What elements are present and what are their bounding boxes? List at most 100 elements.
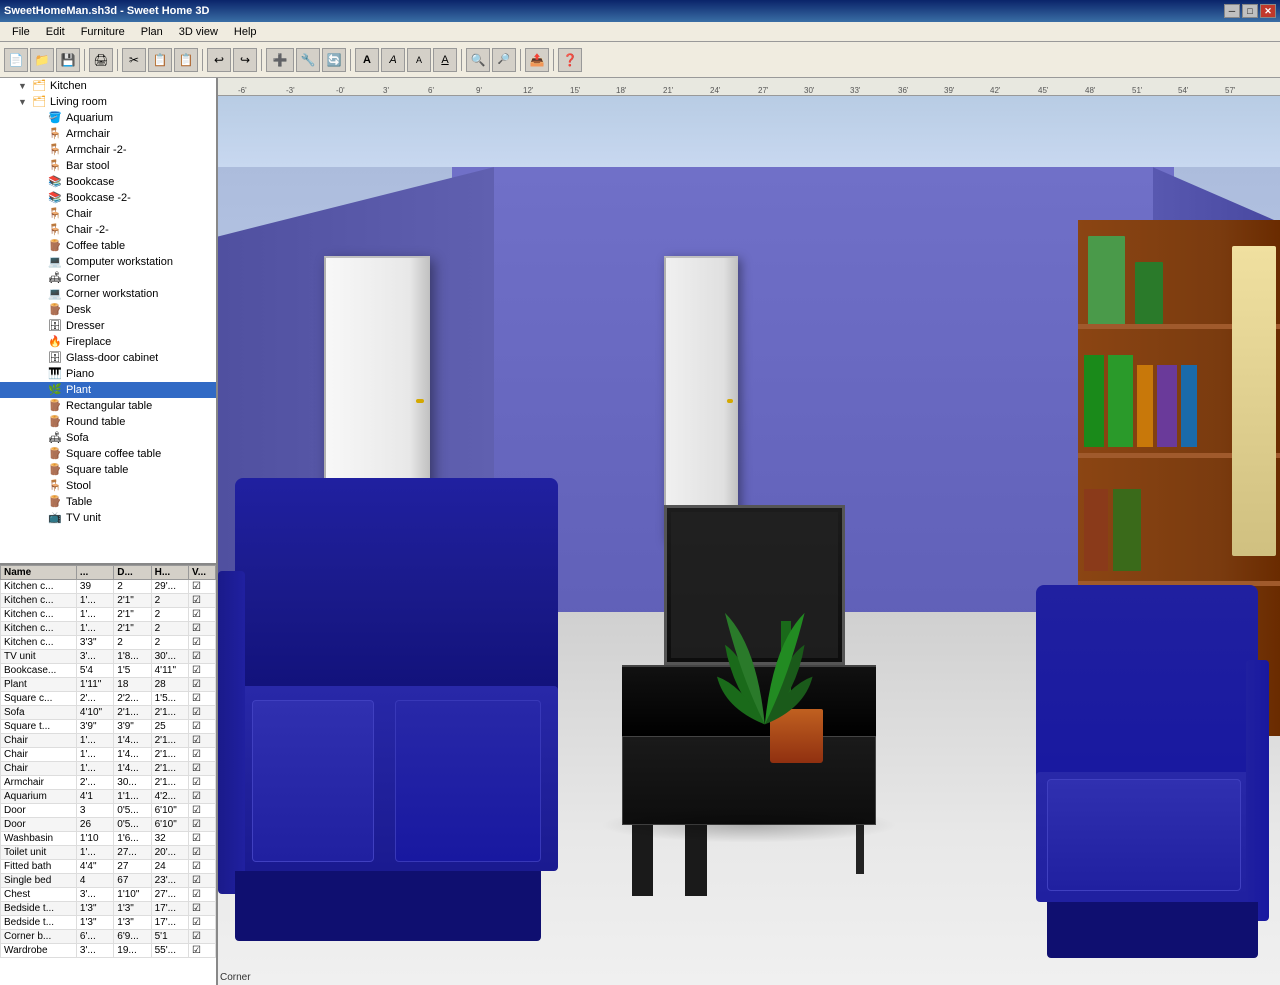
undo-button[interactable]: ↩ [207, 48, 231, 72]
table-row[interactable]: Wardrobe3'...19...55'...☑ [1, 944, 216, 958]
menu-3dview[interactable]: 3D view [171, 24, 226, 40]
text-a-button[interactable]: A [355, 48, 379, 72]
add-furniture-button[interactable]: ➕ [266, 48, 294, 72]
table-row[interactable]: Chest3'...1'10"27'...☑ [1, 888, 216, 902]
tree-item-bookcase2[interactable]: 📚 Bookcase -2- [0, 190, 216, 206]
table-row[interactable]: Aquarium4'11'1...4'2...☑ [1, 790, 216, 804]
open-button[interactable]: 📁 [30, 48, 54, 72]
table-cell-2-3: 2 [151, 608, 188, 622]
table-row[interactable]: Fitted bath4'4"2724☑ [1, 860, 216, 874]
redo-button[interactable]: ↪ [233, 48, 257, 72]
table-row[interactable]: Washbasin1'101'6...32☑ [1, 832, 216, 846]
cut-button[interactable]: ✂ [122, 48, 146, 72]
furniture-tree[interactable]: ▼ 🗂 Kitchen ▼ 🗂 Living room 🪣 Aquarium [0, 78, 216, 565]
maximize-button[interactable]: □ [1242, 4, 1258, 18]
tree-item-dresser[interactable]: 🗄 Dresser [0, 318, 216, 334]
table-row[interactable]: Bedside t...1'3"1'3"17'...☑ [1, 902, 216, 916]
tree-item-piano[interactable]: 🎹 Piano [0, 366, 216, 382]
table-row[interactable]: Plant1'11"1828☑ [1, 678, 216, 692]
tree-item-cornerws[interactable]: 💻 Corner workstation [0, 286, 216, 302]
table-row[interactable]: Chair1'...1'4...2'1...☑ [1, 748, 216, 762]
col-header-h[interactable]: H... [151, 566, 188, 580]
tree-item-table[interactable]: 🪵 Table [0, 494, 216, 510]
tree-item-tvunit[interactable]: 📺 TV unit [0, 510, 216, 526]
rotate-button[interactable]: 🔄 [322, 48, 346, 72]
tree-item-cornersofa[interactable]: 🛋 Corner [0, 270, 216, 286]
table-row[interactable]: Kitchen c...39229'...☑ [1, 580, 216, 594]
tree-item-chair[interactable]: 🪑 Chair [0, 206, 216, 222]
help-button[interactable]: ❓ [558, 48, 582, 72]
text-b-button[interactable]: A [381, 48, 405, 72]
minimize-button[interactable]: ─ [1224, 4, 1240, 18]
tree-item-plant[interactable]: 🌿 Plant [0, 382, 216, 398]
close-button[interactable]: ✕ [1260, 4, 1276, 18]
save-button[interactable]: 💾 [56, 48, 80, 72]
new-button[interactable]: 📄 [4, 48, 28, 72]
menu-file[interactable]: File [4, 24, 38, 40]
table-row[interactable]: Kitchen c...3'3"22☑ [1, 636, 216, 650]
modify-button[interactable]: 🔧 [296, 48, 320, 72]
tree-item-kitchen[interactable]: ▼ 🗂 Kitchen [0, 78, 216, 94]
menu-furniture[interactable]: Furniture [73, 24, 133, 40]
paste-button[interactable]: 📋 [174, 48, 198, 72]
menu-help[interactable]: Help [226, 24, 265, 40]
tree-item-armchair2[interactable]: 🪑 Armchair -2- [0, 142, 216, 158]
table-row[interactable]: Square c...2'...2'2...1'5...☑ [1, 692, 216, 706]
tree-item-computerws[interactable]: 💻 Computer workstation [0, 254, 216, 270]
table-row[interactable]: Kitchen c...1'...2'1"2☑ [1, 608, 216, 622]
table-row[interactable]: Kitchen c...1'...2'1"2☑ [1, 594, 216, 608]
tree-item-chair2[interactable]: 🪑 Chair -2- [0, 222, 216, 238]
tree-label-livingroom: Living room [50, 96, 107, 108]
tree-item-armchair[interactable]: 🪑 Armchair [0, 126, 216, 142]
tree-label-bookcase: Bookcase [66, 176, 114, 188]
zoom-in-button[interactable]: 🔍 [466, 48, 490, 72]
3d-view-area[interactable]: -6' -3' -0' 3' 6' 9' 12' 15' 18' 21' 24'… [218, 78, 1280, 985]
table-row[interactable]: Sofa4'10"2'1...2'1...☑ [1, 706, 216, 720]
text-d-button[interactable]: A [433, 48, 457, 72]
tree-item-aquarium[interactable]: 🪣 Aquarium [0, 110, 216, 126]
table-row[interactable]: Square t...3'9"3'9"25☑ [1, 720, 216, 734]
export-button[interactable]: 📤 [525, 48, 549, 72]
menu-edit[interactable]: Edit [38, 24, 73, 40]
tree-item-coffeetable[interactable]: 🪵 Coffee table [0, 238, 216, 254]
table-cell-24-1: 1'3" [76, 916, 113, 930]
tree-item-glasscabinet[interactable]: 🗄 Glass-door cabinet [0, 350, 216, 366]
table-cell-14-0: Armchair [1, 776, 77, 790]
table-row[interactable]: Bookcase...5'41'54'11"☑ [1, 664, 216, 678]
table-row[interactable]: Armchair2'...30...2'1...☑ [1, 776, 216, 790]
table-row[interactable]: Toilet unit1'...27...20'...☑ [1, 846, 216, 860]
col-header-dots[interactable]: ... [76, 566, 113, 580]
tree-item-sofa[interactable]: 🛋 Sofa [0, 430, 216, 446]
table-row[interactable]: Door30'5...6'10"☑ [1, 804, 216, 818]
tree-item-squaretable[interactable]: 🪵 Square table [0, 462, 216, 478]
table-row[interactable]: Door260'5...6'10"☑ [1, 818, 216, 832]
tree-item-livingroom[interactable]: ▼ 🗂 Living room [0, 94, 216, 110]
tree-item-bookcase[interactable]: 📚 Bookcase [0, 174, 216, 190]
3d-canvas[interactable]: Corner [218, 96, 1280, 985]
zoom-out-button[interactable]: 🔎 [492, 48, 516, 72]
tree-label-piano: Piano [66, 368, 94, 380]
print-button[interactable]: 🖨 [89, 48, 113, 72]
table-row[interactable]: Corner b...6'...6'9...5'1☑ [1, 930, 216, 944]
tree-item-fireplace[interactable]: 🔥 Fireplace [0, 334, 216, 350]
col-header-v[interactable]: V... [188, 566, 215, 580]
tree-item-roundtable[interactable]: 🪵 Round table [0, 414, 216, 430]
tree-item-recttable[interactable]: 🪵 Rectangular table [0, 398, 216, 414]
text-c-button[interactable]: A [407, 48, 431, 72]
tree-item-squarecoffee[interactable]: 🪵 Square coffee table [0, 446, 216, 462]
tree-item-stool[interactable]: 🪑 Stool [0, 478, 216, 494]
table-row[interactable]: Chair1'...1'4...2'1...☑ [1, 762, 216, 776]
furniture-table[interactable]: Name ... D... H... V... Kitchen c...3922… [0, 565, 216, 985]
table-row[interactable]: TV unit3'...1'8...30'...☑ [1, 650, 216, 664]
item-icon-armchair2: 🪑 [48, 143, 64, 157]
tree-item-desk[interactable]: 🪵 Desk [0, 302, 216, 318]
copy-button[interactable]: 📋 [148, 48, 172, 72]
col-header-name[interactable]: Name [1, 566, 77, 580]
table-row[interactable]: Single bed46723'...☑ [1, 874, 216, 888]
tree-item-barstool[interactable]: 🪑 Bar stool [0, 158, 216, 174]
col-header-d[interactable]: D... [114, 566, 151, 580]
table-row[interactable]: Bedside t...1'3"1'3"17'...☑ [1, 916, 216, 930]
menu-plan[interactable]: Plan [133, 24, 171, 40]
table-row[interactable]: Kitchen c...1'...2'1"2☑ [1, 622, 216, 636]
table-row[interactable]: Chair1'...1'4...2'1...☑ [1, 734, 216, 748]
